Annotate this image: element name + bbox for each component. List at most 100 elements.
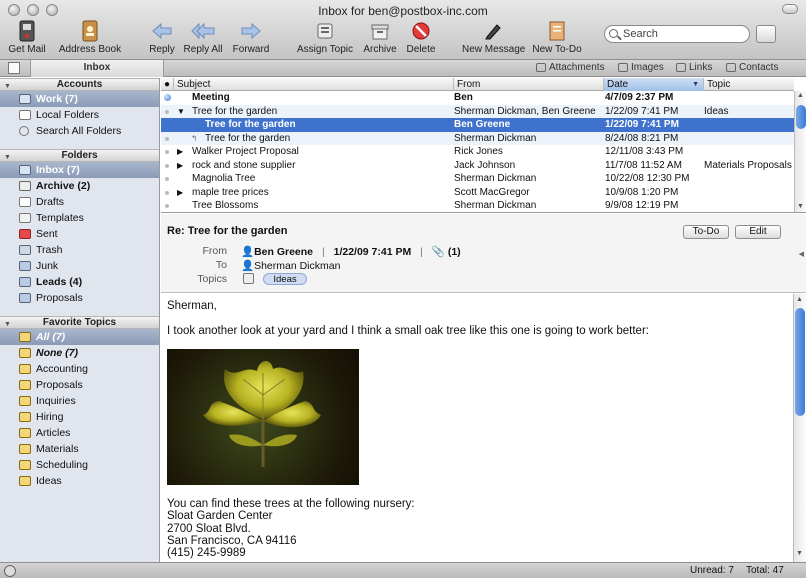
address-book-button[interactable]: Address Book xyxy=(58,20,122,56)
to-row: 👤Sherman Dickman xyxy=(241,259,340,272)
read-dot-icon xyxy=(165,177,169,181)
search-input[interactable]: Search xyxy=(604,25,750,43)
topic-tag-icon[interactable] xyxy=(243,273,254,284)
tab-contacts[interactable]: Contacts xyxy=(726,62,778,73)
scroll-down-icon[interactable]: ▼ xyxy=(796,550,803,557)
favorite-topics-header[interactable]: ▼ Favorite Topics xyxy=(0,316,159,329)
message-list-scroll-thumb[interactable] xyxy=(796,105,806,129)
column-header-read[interactable]: ● xyxy=(161,78,173,91)
reply-button[interactable]: Reply xyxy=(146,20,178,56)
table-row-selected[interactable]: Tree for the garden Ben Greene 1/22/09 7… xyxy=(161,118,794,132)
get-mail-icon xyxy=(12,20,42,42)
sidebar-item-drafts[interactable]: Drafts xyxy=(0,194,159,210)
sidebar-item-inbox[interactable]: Inbox (7) xyxy=(0,162,159,178)
message-body-scroll-thumb[interactable] xyxy=(795,308,805,416)
sidebar-topic-materials[interactable]: Materials xyxy=(0,441,159,457)
table-row[interactable]: ▶ Walker Project Proposal Rick Jones 12/… xyxy=(161,145,794,159)
sidebar-item-local-folders[interactable]: Local Folders xyxy=(0,107,159,123)
accounts-header[interactable]: ▼ Accounts xyxy=(0,78,159,91)
quick-search-options-button[interactable] xyxy=(756,25,776,43)
tab-links[interactable]: Links xyxy=(676,62,712,73)
sidebar-topic-scheduling[interactable]: Scheduling xyxy=(0,457,159,473)
topic-tag-icon xyxy=(19,364,31,374)
toolbar-toggle-button[interactable] xyxy=(782,4,798,14)
table-row[interactable]: Tree Blossoms Sherman Dickman 9/9/08 12:… xyxy=(161,199,794,212)
sidebar-item-junk[interactable]: Junk xyxy=(0,258,159,274)
table-row[interactable]: ▼ Tree for the garden Sherman Dickman, B… xyxy=(161,104,794,119)
todo-button[interactable]: To-Do xyxy=(683,225,729,239)
table-row[interactable]: Meeting Ben 4/7/09 2:37 PM xyxy=(161,91,794,105)
sidebar-topic-hiring[interactable]: Hiring xyxy=(0,409,159,425)
compose-tab-icon[interactable] xyxy=(8,62,20,74)
activity-gear-icon[interactable] xyxy=(4,565,16,577)
table-row[interactable]: ▶ maple tree prices Scott MacGregor 10/9… xyxy=(161,186,794,200)
tab-bar: Inbox Attachments Images Links Contacts xyxy=(0,60,806,77)
get-mail-button[interactable]: Get Mail xyxy=(4,20,50,56)
sidebar-item-leads[interactable]: Leads (4) xyxy=(0,274,159,290)
pen-icon xyxy=(478,20,508,42)
message-body-scrollbar[interactable]: ▲ ▼ xyxy=(793,294,806,562)
new-message-button[interactable]: New Message xyxy=(462,20,525,56)
sidebar-topic-proposals[interactable]: Proposals xyxy=(0,377,159,393)
trash-icon xyxy=(19,245,31,255)
topic-tag-icon xyxy=(19,476,31,486)
sidebar-item-templates[interactable]: Templates xyxy=(0,210,159,226)
paperclip-icon[interactable]: 📎 xyxy=(432,246,445,258)
sidebar-topic-all[interactable]: All (7) xyxy=(0,329,159,345)
topic-tag-icon xyxy=(19,332,31,342)
read-dot-icon xyxy=(165,204,169,208)
template-icon xyxy=(19,213,31,223)
header-collapse-icon[interactable]: ◀ xyxy=(799,250,804,258)
sidebar-topic-inquiries[interactable]: Inquiries xyxy=(0,393,159,409)
table-row[interactable]: Magnolia Tree Sherman Dickman 10/22/08 1… xyxy=(161,172,794,186)
sidebar-topic-ideas[interactable]: Ideas xyxy=(0,473,159,489)
message-list-scrollbar[interactable]: ▲ ▼ xyxy=(794,91,806,212)
attachment-count[interactable]: (1) xyxy=(448,246,461,258)
edit-button[interactable]: Edit xyxy=(735,225,781,239)
delete-icon xyxy=(406,20,436,42)
scroll-up-icon[interactable]: ▲ xyxy=(797,92,804,99)
sidebar-item-work[interactable]: Work (7) xyxy=(0,91,159,107)
folders-header[interactable]: ▼ Folders xyxy=(0,149,159,162)
window-title: Inbox for ben@postbox-inc.com xyxy=(318,4,488,18)
scroll-up-icon[interactable]: ▲ xyxy=(796,296,803,303)
assign-topic-button[interactable]: Assign Topic xyxy=(296,20,354,56)
tab-images[interactable]: Images xyxy=(618,62,664,73)
sidebar-topic-accounting[interactable]: Accounting xyxy=(0,361,159,377)
column-header-date[interactable]: Date ▼ xyxy=(603,78,703,91)
table-row[interactable]: ▶ rock and stone supplier Jack Johnson 1… xyxy=(161,159,794,173)
person-icon: 👤 xyxy=(241,246,255,258)
delete-button[interactable]: Delete xyxy=(404,20,438,56)
archive-box-icon xyxy=(19,181,31,191)
oak-leaf-photo[interactable] xyxy=(167,349,359,485)
topic-pill-ideas[interactable]: Ideas xyxy=(263,273,307,285)
column-header-subject[interactable]: Subject xyxy=(173,78,453,91)
tab-attachments[interactable]: Attachments xyxy=(536,62,605,73)
column-header-from[interactable]: From xyxy=(453,78,603,91)
column-header-topic[interactable]: Topic xyxy=(703,78,794,91)
sidebar-topic-none[interactable]: None (7) xyxy=(0,345,159,361)
sidebar-item-archive[interactable]: Archive (2) xyxy=(0,178,159,194)
reply-all-button[interactable]: Reply All xyxy=(182,20,224,56)
sidebar-item-proposals-folder[interactable]: Proposals xyxy=(0,290,159,306)
table-row[interactable]: ↰ Tree for the garden Sherman Dickman 8/… xyxy=(161,131,794,145)
thread-collapsed-icon[interactable]: ▶ xyxy=(177,145,183,159)
sent-icon xyxy=(19,229,31,239)
thread-collapsed-icon[interactable]: ▶ xyxy=(177,159,183,173)
forward-button[interactable]: Forward xyxy=(230,20,272,56)
tab-inbox[interactable]: Inbox xyxy=(30,60,164,77)
new-todo-button[interactable]: New To-Do xyxy=(530,20,584,56)
toolbar-area: Inbox for ben@postbox-inc.com Get Mail A… xyxy=(0,0,806,60)
sidebar-item-sent[interactable]: Sent xyxy=(0,226,159,242)
sidebar-item-trash[interactable]: Trash xyxy=(0,242,159,258)
archive-button[interactable]: Archive xyxy=(362,20,398,56)
sidebar-topic-articles[interactable]: Articles xyxy=(0,425,159,441)
sort-descending-icon: ▼ xyxy=(692,81,699,88)
from-sender[interactable]: Ben Greene xyxy=(254,246,313,258)
scroll-down-icon[interactable]: ▼ xyxy=(797,203,804,210)
to-label: To xyxy=(215,259,227,271)
thread-expanded-icon[interactable]: ▼ xyxy=(177,105,185,119)
to-recipient[interactable]: Sherman Dickman xyxy=(254,260,340,272)
thread-collapsed-icon[interactable]: ▶ xyxy=(177,186,183,200)
sidebar-item-search-all-folders[interactable]: Search All Folders xyxy=(0,123,159,139)
